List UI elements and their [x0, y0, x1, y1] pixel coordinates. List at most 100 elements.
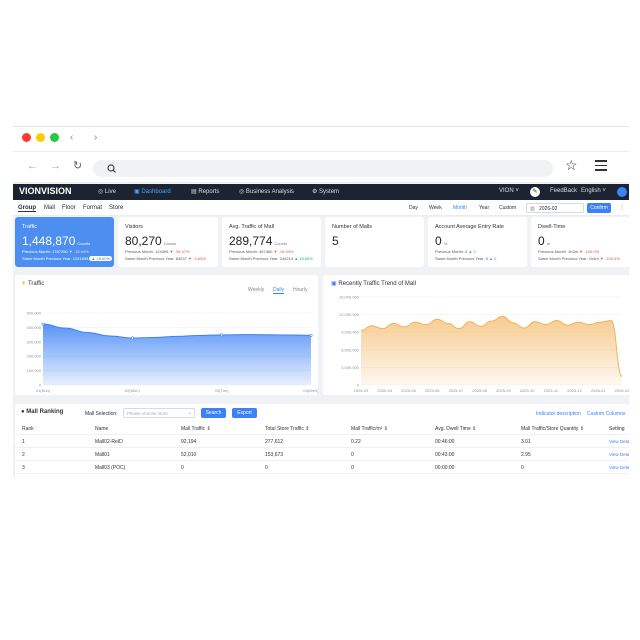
close-window-button[interactable]	[22, 133, 31, 142]
x-tick-label: 2025-07	[449, 388, 464, 393]
data-point	[220, 333, 224, 337]
chevron-left-icon[interactable]: ‹	[70, 132, 73, 143]
kpi-title: Visitors	[125, 224, 143, 230]
kpi-card-4[interactable]: Account Average Entry Rate 0% Previous M…	[428, 217, 527, 267]
table-cell: 3	[22, 465, 25, 471]
minimize-window-button[interactable]	[36, 133, 45, 142]
table-cell: Mall03 (POC)	[95, 465, 126, 471]
kpi-value: 80,270 Counts	[125, 234, 177, 248]
kpi-card-2[interactable]: Avg. Traffic of Mall 289,774 Counts Previ…	[222, 217, 321, 267]
nav-item-system[interactable]: ⚙ System	[312, 188, 339, 198]
column-header: Mall Traffic/m² ⇕	[351, 426, 388, 432]
data-point	[130, 336, 134, 340]
y-tick-label: 12,000,000	[339, 312, 360, 317]
search-icon	[107, 164, 116, 173]
view-details-link[interactable]: View Details	[609, 452, 629, 457]
table-row: 3 Mall03 (POC) 0 0 0 00:00:00 0 View Details	[15, 461, 629, 474]
y-tick-label: 300,000	[27, 339, 42, 344]
nav-item-dashboard[interactable]: ▣ Dashboard	[134, 188, 171, 198]
nav-item-business-analysis[interactable]: ◎ Business Analysis	[239, 188, 294, 198]
reload-icon[interactable]: ↻	[73, 159, 82, 172]
table-row: 1 Mall02-ReID 92,194 277,612 0.22 00:46:00 3.0…	[15, 435, 629, 448]
star-icon[interactable]: ☆	[565, 157, 578, 174]
date-picker[interactable]: ▥ 2026-02	[526, 203, 584, 213]
y-tick-label: 0	[39, 383, 42, 388]
kpi-previous-year: Same Month Previous Year: 0 ▲ 0	[435, 256, 497, 261]
table-cell: 153,673	[265, 452, 284, 458]
table-cell: 52,010	[181, 452, 197, 458]
avatar[interactable]	[617, 187, 627, 197]
table-cell: 0	[351, 452, 354, 458]
kpi-value: 289,774 Counts	[229, 234, 288, 248]
x-tick-label: 2025-12	[567, 388, 582, 393]
view-details-link[interactable]: View Details	[609, 439, 629, 444]
kpi-previous-month: Previous Month: 1787290 ▼ -18.94%	[22, 249, 89, 254]
tab-format[interactable]: Format	[83, 205, 102, 211]
column-header: Avg. Dwell Time ⇕	[435, 426, 477, 432]
confirm-button[interactable]: Confirm	[587, 203, 611, 213]
maximize-window-button[interactable]	[50, 133, 59, 142]
kpi-previous-year: Same Month Previous Year: 83297 ▼ -3.63%	[125, 256, 206, 261]
kpi-card-1[interactable]: Visitors 80,270 Counts Previous Month: 12…	[118, 217, 218, 267]
y-tick-label: 3,000,000	[341, 365, 360, 370]
y-tick-label: 0	[357, 383, 360, 388]
kpi-previous-year: Same Month Previous Year: 1h4m ▼ -100.0%	[538, 256, 620, 261]
x-tick-label: 2025-04	[377, 388, 392, 393]
kpi-card-3[interactable]: Number of Malls 5	[325, 217, 424, 267]
search-button[interactable]: Search	[201, 408, 226, 418]
kpi-card-5[interactable]: Dwell-Time 0m Previous Month: 1h3m ▼ -10…	[531, 217, 629, 267]
x-tick-label: 2025-06	[425, 388, 440, 393]
data-point	[41, 322, 45, 326]
mall-selection-input[interactable]: Please choose store ˅	[123, 408, 195, 418]
feedback-icon[interactable]: ✎	[530, 187, 540, 197]
range-day[interactable]: Day	[409, 205, 418, 211]
table-cell: 0	[265, 465, 268, 471]
tab-group[interactable]: Group	[18, 205, 36, 212]
menu-icon[interactable]	[595, 160, 607, 171]
tab-store[interactable]: Store	[109, 205, 123, 211]
chevron-right-icon[interactable]: ›	[94, 132, 97, 143]
data-point	[309, 333, 313, 337]
language-select[interactable]: English ˅	[581, 188, 606, 198]
column-header: Name	[95, 426, 109, 432]
kpi-previous-year: Same Month Previous Year: 244219 ▲ 18.65…	[229, 256, 313, 261]
table-cell: 0.22	[351, 439, 361, 445]
forward-arrow-icon[interactable]: →	[50, 160, 61, 172]
column-header: Mall Traffic ⇕	[181, 426, 211, 432]
feedback-link[interactable]: FeedBack	[550, 188, 577, 198]
table-cell: 00:00:00	[435, 465, 455, 471]
y-tick-label: 9,000,000	[341, 330, 360, 335]
tab-floor[interactable]: Floor	[62, 205, 76, 211]
kpi-value: 1,448,870 Counts	[22, 234, 91, 248]
mall-ranking-panel: ● Mall Ranking Mall Selection: Please ch…	[15, 404, 629, 478]
kpi-previous-year: Same Month Previous Year: 1221695 ▲ 18.6…	[22, 256, 113, 261]
view-details-link[interactable]: View Details	[609, 465, 629, 470]
nav-item-reports[interactable]: ▤ Reports	[191, 188, 219, 198]
kpi-value: 0m	[538, 234, 551, 248]
range-week[interactable]: Week	[429, 205, 442, 211]
app-logo: VIONVISION	[19, 186, 72, 196]
range-custom[interactable]: Custom	[499, 205, 516, 211]
user-menu[interactable]: VION ˅	[499, 188, 519, 198]
table-cell: 0	[521, 465, 524, 471]
export-button[interactable]: Export	[232, 408, 257, 418]
y-tick-label: 100,000	[27, 368, 42, 373]
nav-item-live[interactable]: ◎ Live	[98, 188, 116, 198]
x-tick-label: 2025-10	[520, 388, 535, 393]
range-month[interactable]: Month	[453, 205, 467, 211]
kpi-card-0[interactable]: Traffic 1,448,870 Counts Previous Month: …	[15, 217, 114, 267]
tab-mall[interactable]: Mall	[44, 205, 55, 211]
custom-columns-link[interactable]: Custom Columns	[587, 411, 625, 417]
mall-ranking-title: ● Mall Ranking	[21, 409, 64, 415]
kpi-title: Number of Malls	[332, 224, 373, 230]
kpi-title: Avg. Traffic of Mall	[229, 224, 275, 230]
y-tick-label: 6,000,000	[341, 347, 360, 352]
x-tick-label: 2026-01	[591, 388, 606, 393]
range-year[interactable]: Year	[479, 205, 489, 211]
more-icon[interactable]: ⋮	[619, 204, 625, 211]
browser-titlebar: ‹ ›	[13, 127, 629, 151]
calendar-icon: ▥	[530, 206, 535, 212]
back-arrow-icon[interactable]: ←	[27, 160, 38, 172]
address-bar[interactable]	[93, 160, 553, 177]
indicator-description-link[interactable]: Indicator description	[536, 411, 581, 417]
